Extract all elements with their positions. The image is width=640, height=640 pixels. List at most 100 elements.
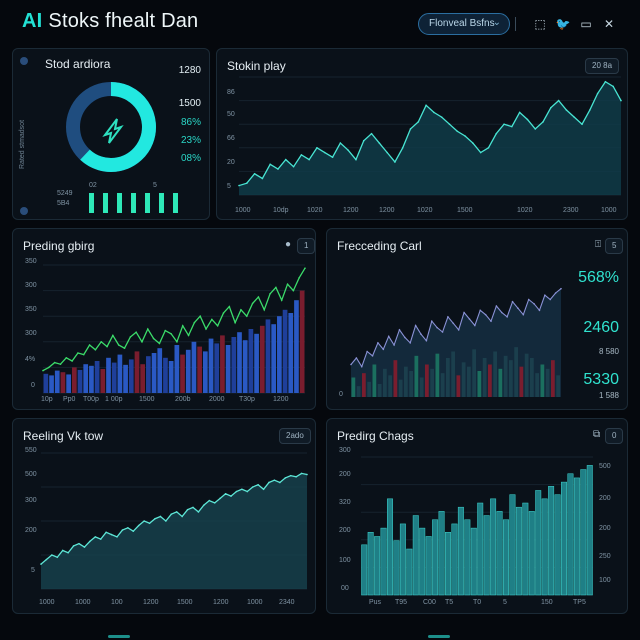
stat-4: 23% bbox=[180, 135, 201, 146]
app-title-text: Stoks fhealt Dan bbox=[48, 10, 199, 32]
bar bbox=[83, 364, 89, 393]
panel-badge[interactable]: 20 8a bbox=[585, 58, 620, 74]
data-point bbox=[620, 99, 622, 102]
data-point bbox=[143, 520, 145, 522]
data-point bbox=[503, 123, 505, 125]
bar bbox=[425, 364, 429, 397]
data-point bbox=[137, 524, 140, 527]
x-tick: 1000 bbox=[601, 207, 617, 214]
data-point bbox=[565, 109, 568, 111]
data-point bbox=[474, 324, 476, 327]
bar bbox=[66, 374, 71, 393]
data-point bbox=[230, 495, 232, 497]
y-tick: 300 bbox=[25, 497, 37, 504]
y-tick: 500 bbox=[25, 471, 37, 478]
data-point bbox=[573, 116, 576, 118]
predicting-panel: Preding gbirg ● 1 350 300 350 300 4% 0 1… bbox=[12, 228, 316, 410]
twitter-icon[interactable]: 🐦 bbox=[553, 14, 573, 34]
data-point bbox=[440, 116, 443, 118]
bar bbox=[425, 536, 432, 596]
copy-icon[interactable]: ⧉ bbox=[593, 429, 600, 440]
data-point bbox=[61, 549, 64, 552]
bar bbox=[470, 527, 477, 596]
data-point bbox=[240, 309, 242, 311]
x-tick: 200b bbox=[175, 396, 191, 403]
data-point bbox=[205, 328, 207, 330]
window-icon[interactable]: ▭ bbox=[576, 14, 596, 34]
data-point bbox=[286, 283, 289, 285]
share-icon[interactable]: ⬚ bbox=[530, 14, 550, 34]
x-tick: 1000 bbox=[235, 207, 251, 214]
arrow-cursor-icon bbox=[102, 118, 124, 144]
bar bbox=[482, 358, 487, 397]
bar bbox=[498, 368, 503, 397]
x-tick: 1000 bbox=[39, 599, 55, 606]
filter-dropdown-label: Flonveal Bsfns bbox=[429, 18, 495, 29]
bar bbox=[488, 364, 492, 397]
bar bbox=[248, 329, 254, 393]
data-point bbox=[123, 347, 126, 349]
bar bbox=[282, 309, 288, 393]
x-tick: C00 bbox=[423, 599, 436, 606]
data-point bbox=[42, 369, 44, 372]
stock-options-panel: Rated stmadsot Stod ardiora 1280 1500 86… bbox=[12, 48, 210, 220]
panel-badge[interactable]: 2ado bbox=[279, 428, 311, 444]
data-point bbox=[83, 546, 86, 548]
data-point bbox=[170, 513, 173, 515]
stat-3: 86% bbox=[180, 117, 201, 128]
bar bbox=[383, 368, 387, 397]
panel-badge[interactable]: 1 bbox=[297, 238, 316, 254]
data-point bbox=[82, 353, 85, 356]
data-point bbox=[589, 109, 591, 111]
status-dot-bottom bbox=[20, 207, 28, 215]
data-point bbox=[487, 147, 490, 149]
bar bbox=[573, 477, 580, 596]
bar bbox=[406, 548, 413, 596]
data-point bbox=[152, 337, 155, 340]
data-point bbox=[106, 345, 108, 348]
bar bbox=[535, 373, 539, 397]
data-point bbox=[370, 132, 373, 135]
bar bbox=[259, 325, 265, 393]
x-tick: 2000 bbox=[209, 396, 225, 403]
data-point bbox=[251, 486, 254, 488]
panel-badge[interactable]: 5 bbox=[605, 238, 624, 254]
filter-dropdown[interactable]: Flonveal Bsfns ⌄ bbox=[418, 13, 510, 35]
mini-bar bbox=[89, 193, 94, 213]
panel-badge[interactable]: 0 bbox=[605, 428, 624, 444]
forecast-stat-1: 568% bbox=[578, 269, 619, 286]
data-point bbox=[534, 128, 537, 130]
bar bbox=[231, 337, 237, 393]
data-point bbox=[284, 477, 287, 479]
y-tick: 86 bbox=[227, 89, 235, 96]
bar bbox=[461, 362, 466, 397]
bar bbox=[361, 544, 368, 596]
bar bbox=[535, 490, 542, 596]
data-point bbox=[479, 309, 482, 312]
circle-dot-icon[interactable]: ● bbox=[285, 239, 291, 250]
data-point bbox=[581, 123, 583, 125]
export-icon[interactable]: ⍐ bbox=[595, 239, 601, 250]
bar bbox=[387, 498, 393, 596]
data-point bbox=[409, 128, 412, 130]
data-point bbox=[121, 529, 124, 531]
x-tick: 100 bbox=[111, 599, 123, 606]
bar bbox=[561, 481, 567, 596]
data-point bbox=[165, 520, 167, 522]
data-point bbox=[53, 361, 56, 364]
data-point bbox=[269, 163, 271, 166]
bar bbox=[490, 498, 497, 596]
data-point bbox=[436, 326, 438, 329]
data-point bbox=[273, 479, 276, 481]
y-tick-left: 320 bbox=[339, 499, 351, 506]
data-point bbox=[129, 336, 132, 338]
data-point bbox=[557, 99, 560, 102]
bar bbox=[399, 523, 406, 596]
data-point bbox=[245, 182, 248, 184]
data-point bbox=[141, 341, 143, 343]
close-icon[interactable]: ✕ bbox=[599, 14, 619, 34]
data-point bbox=[490, 320, 492, 322]
data-point bbox=[526, 118, 529, 121]
data-point bbox=[197, 511, 200, 513]
x-tick: 1000 bbox=[75, 599, 91, 606]
